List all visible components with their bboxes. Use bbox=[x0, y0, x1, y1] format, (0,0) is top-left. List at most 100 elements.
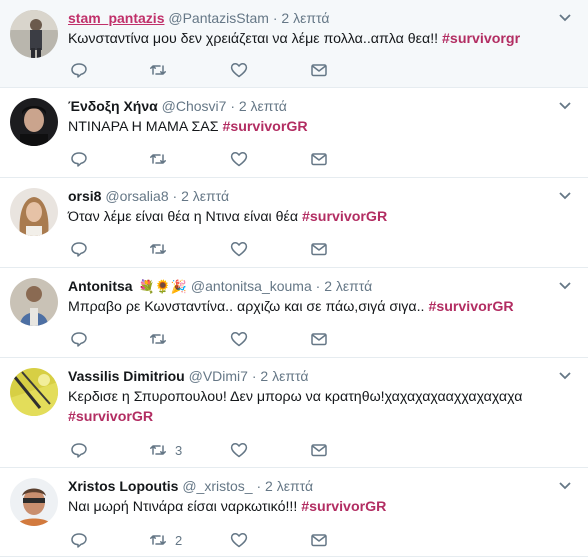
like-button[interactable] bbox=[230, 239, 256, 259]
message-button[interactable] bbox=[310, 149, 328, 169]
chevron-down-icon[interactable] bbox=[558, 98, 572, 112]
user-name[interactable]: Ένδοξη Χήνα bbox=[68, 98, 158, 114]
heart-icon bbox=[230, 330, 248, 348]
retweet-icon bbox=[149, 150, 167, 168]
message-button[interactable] bbox=[310, 329, 328, 349]
separator-dot: · bbox=[251, 368, 257, 384]
heart-icon bbox=[230, 61, 248, 79]
tweet-header: Ένδοξη Χήνα @Chosvi7 · 2 λεπτά bbox=[68, 97, 548, 115]
retweet-button[interactable]: 2 bbox=[149, 530, 182, 550]
avatar[interactable] bbox=[10, 10, 58, 58]
user-name[interactable]: orsi8 bbox=[68, 188, 101, 204]
avatar[interactable] bbox=[10, 188, 58, 236]
hashtag-link[interactable]: #survivorGR bbox=[301, 499, 386, 515]
tweet-item[interactable]: orsi8 @orsalia8 · 2 λεπτά Όταν λέμε είνα… bbox=[0, 178, 588, 268]
chevron-down-icon[interactable] bbox=[558, 478, 572, 492]
message-button[interactable] bbox=[310, 60, 328, 80]
like-button[interactable] bbox=[230, 530, 256, 550]
timestamp[interactable]: 2 λεπτά bbox=[265, 478, 313, 494]
tweet-text: Κωνσταντίνα μου δεν χρειάζεται να λέμε π… bbox=[68, 29, 560, 49]
retweet-button[interactable] bbox=[149, 60, 175, 80]
user-handle[interactable]: @antonitsa_kouma bbox=[191, 278, 312, 294]
heart-icon bbox=[230, 240, 248, 258]
tweet-header: Vassilis Dimitriou @VDimi7 · 2 λεπτά bbox=[68, 367, 548, 385]
envelope-icon bbox=[310, 61, 328, 79]
user-handle[interactable]: @VDimi7 bbox=[189, 368, 248, 384]
user-name[interactable]: Xristos Lopoutis bbox=[68, 478, 178, 494]
hashtag-link[interactable]: #survivorGR bbox=[222, 119, 307, 135]
timestamp[interactable]: 2 λεπτά bbox=[181, 188, 229, 204]
retweet-button[interactable] bbox=[149, 329, 175, 349]
name-emojis: 💐🌻🎉 bbox=[138, 279, 188, 294]
reply-button[interactable] bbox=[70, 239, 96, 259]
tweet-header: orsi8 @orsalia8 · 2 λεπτά bbox=[68, 187, 548, 205]
hashtag-link[interactable]: #survivorgr bbox=[442, 31, 520, 47]
retweet-count: 3 bbox=[175, 442, 183, 458]
separator-dot: · bbox=[272, 10, 278, 26]
timestamp[interactable]: 2 λεπτά bbox=[281, 10, 329, 26]
tweet-body: Όταν λέμε είναι θέα η Ντινα είναι θέα bbox=[68, 209, 299, 225]
timestamp[interactable]: 2 λεπτά bbox=[324, 278, 372, 294]
reply-icon bbox=[70, 240, 88, 258]
retweet-button[interactable] bbox=[149, 239, 175, 259]
avatar[interactable] bbox=[10, 368, 58, 416]
chevron-down-icon[interactable] bbox=[558, 278, 572, 292]
heart-icon bbox=[230, 531, 248, 549]
tweet-item[interactable]: stam_pantazis @PantazisStam · 2 λεπτά Κω… bbox=[0, 0, 588, 88]
tweet-header: Antonitsa 💐🌻🎉 @antonitsa_kouma · 2 λεπτά bbox=[68, 277, 548, 296]
user-handle[interactable]: @_xristos_ bbox=[182, 478, 252, 494]
reply-button[interactable] bbox=[70, 530, 96, 550]
tweet-text: Μπραβο ρε Κωνσταντίνα.. αρχιζω και σε πά… bbox=[68, 297, 560, 317]
hashtag-link[interactable]: #survivorGR bbox=[428, 299, 513, 315]
user-name[interactable]: stam_pantazis bbox=[68, 10, 164, 26]
tweet-body: Ναι μωρή Ντινάρα είσαι ναρκωτικό!!! bbox=[68, 499, 298, 515]
user-name[interactable]: Vassilis Dimitriou bbox=[68, 368, 185, 384]
retweet-icon bbox=[149, 330, 167, 348]
heart-icon bbox=[230, 441, 248, 459]
retweet-icon bbox=[149, 441, 167, 459]
tweet-item[interactable]: Vassilis Dimitriou @VDimi7 · 2 λεπτά Κερ… bbox=[0, 358, 588, 468]
hashtag-link[interactable]: #survivorGR bbox=[68, 409, 153, 425]
chevron-down-icon[interactable] bbox=[558, 10, 572, 24]
envelope-icon bbox=[310, 330, 328, 348]
avatar[interactable] bbox=[10, 478, 58, 526]
message-button[interactable] bbox=[310, 440, 328, 460]
user-handle[interactable]: @orsalia8 bbox=[105, 188, 168, 204]
hashtag-link[interactable]: #survivorGR bbox=[302, 209, 387, 225]
envelope-icon bbox=[310, 441, 328, 459]
user-name[interactable]: Antonitsa bbox=[68, 278, 133, 294]
timestamp[interactable]: 2 λεπτά bbox=[239, 98, 287, 114]
separator-dot: · bbox=[315, 278, 321, 294]
tweet-item[interactable]: Ένδοξη Χήνα @Chosvi7 · 2 λεπτά ΝΤΙΝΑΡΑ Η… bbox=[0, 88, 588, 178]
reply-button[interactable] bbox=[70, 149, 96, 169]
reply-icon bbox=[70, 531, 88, 549]
timestamp[interactable]: 2 λεπτά bbox=[260, 368, 308, 384]
tweet-item[interactable]: Antonitsa 💐🌻🎉 @antonitsa_kouma · 2 λεπτά… bbox=[0, 268, 588, 358]
retweet-button[interactable] bbox=[149, 149, 175, 169]
reply-button[interactable] bbox=[70, 60, 96, 80]
tweet-header: stam_pantazis @PantazisStam · 2 λεπτά bbox=[68, 9, 548, 27]
user-handle[interactable]: @PantazisStam bbox=[168, 10, 269, 26]
message-button[interactable] bbox=[310, 239, 328, 259]
retweet-icon bbox=[149, 531, 167, 549]
tweet-item[interactable]: Xristos Lopoutis @_xristos_ · 2 λεπτά Να… bbox=[0, 468, 588, 557]
like-button[interactable] bbox=[230, 60, 256, 80]
tweet-body: ΝΤΙΝΑΡΑ Η ΜΑΜΑ ΣΑΣ bbox=[68, 119, 219, 135]
reply-button[interactable] bbox=[70, 440, 96, 460]
like-button[interactable] bbox=[230, 329, 256, 349]
avatar[interactable] bbox=[10, 98, 58, 146]
tweet-body: Κερδισε η Σπυροπουλου! Δεν μπορω να κρατ… bbox=[68, 389, 523, 405]
user-handle[interactable]: @Chosvi7 bbox=[162, 98, 227, 114]
envelope-icon bbox=[310, 150, 328, 168]
message-button[interactable] bbox=[310, 530, 328, 550]
reply-icon bbox=[70, 441, 88, 459]
tweet-feed: stam_pantazis @PantazisStam · 2 λεπτά Κω… bbox=[0, 0, 588, 557]
chevron-down-icon[interactable] bbox=[558, 368, 572, 382]
avatar[interactable] bbox=[10, 278, 58, 326]
retweet-button[interactable]: 3 bbox=[149, 440, 182, 460]
like-button[interactable] bbox=[230, 149, 256, 169]
chevron-down-icon[interactable] bbox=[558, 188, 572, 202]
reply-button[interactable] bbox=[70, 329, 96, 349]
like-button[interactable] bbox=[230, 440, 256, 460]
retweet-count: 2 bbox=[175, 532, 183, 548]
